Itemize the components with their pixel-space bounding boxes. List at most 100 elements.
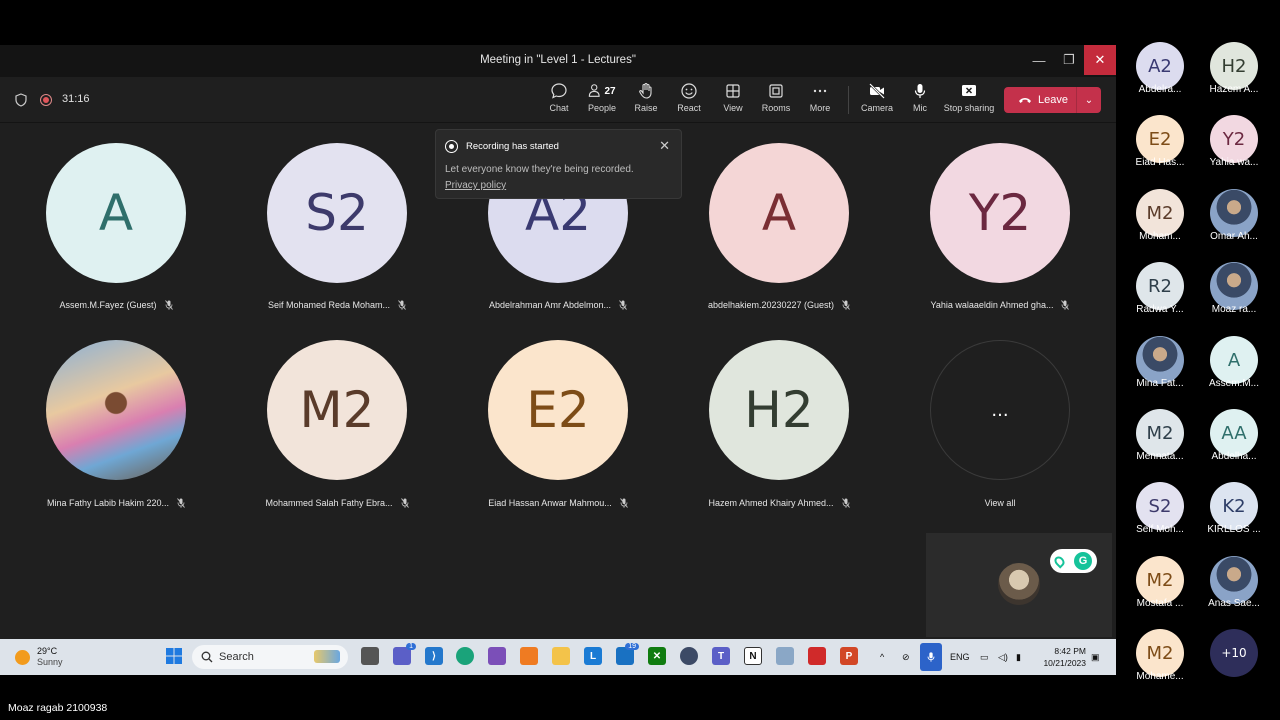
sidebar-participant-avatar[interactable]: +10 bbox=[1210, 629, 1258, 677]
leave-dropdown-chevron-icon[interactable]: ⌄ bbox=[1077, 95, 1101, 106]
grammarly-widget[interactable]: G bbox=[1050, 549, 1097, 573]
participant-avatar[interactable]: S2 bbox=[267, 143, 407, 283]
file-explorer-icon[interactable] bbox=[552, 647, 570, 665]
chat-button[interactable]: Chat bbox=[548, 82, 570, 118]
more-icon bbox=[813, 89, 827, 93]
leave-button[interactable]: Leave ⌄ bbox=[1004, 87, 1101, 113]
participant-avatar[interactable] bbox=[46, 340, 186, 480]
display-icon[interactable]: ▭ bbox=[980, 639, 989, 675]
photos-icon[interactable] bbox=[776, 647, 794, 665]
close-button[interactable]: ✕ bbox=[1084, 45, 1116, 75]
sidebar-participant-avatar[interactable]: A2 bbox=[1136, 42, 1184, 90]
hang-up-icon bbox=[1019, 98, 1031, 103]
participant-name-text: Assem.M.Fayez (Guest) bbox=[59, 300, 157, 310]
sidebar-participant-initials: M2 bbox=[1146, 569, 1174, 591]
powerpoint-icon[interactable]: P bbox=[840, 647, 858, 665]
edge-icon[interactable] bbox=[456, 647, 474, 665]
sidebar-participant-avatar[interactable]: Y2 bbox=[1210, 115, 1258, 163]
view-all-tile[interactable]: ... bbox=[930, 340, 1070, 480]
weather-desc: Sunny bbox=[37, 657, 63, 667]
sidebar-participant-avatar[interactable]: S2 bbox=[1136, 482, 1184, 530]
people-button[interactable]: 27 People bbox=[588, 82, 616, 118]
notion-icon[interactable]: N bbox=[744, 647, 762, 665]
react-button[interactable]: React bbox=[677, 82, 701, 118]
sidebar-participant-name: Omar Ah... bbox=[1210, 231, 1258, 242]
weather-widget[interactable]: 29°C Sunny bbox=[15, 646, 63, 668]
restore-button[interactable]: ❐ bbox=[1054, 45, 1084, 75]
sidebar-participant-avatar[interactable] bbox=[1210, 556, 1258, 604]
sidebar-participant-avatar[interactable]: M2 bbox=[1136, 409, 1184, 457]
vscode-icon[interactable]: ⟩ bbox=[425, 647, 443, 665]
sidebar-participant-avatar[interactable]: R2 bbox=[1136, 262, 1184, 310]
participant-avatar[interactable]: M2 bbox=[267, 340, 407, 480]
sidebar-participant-avatar[interactable]: AA bbox=[1210, 409, 1258, 457]
sidebar-participant-avatar[interactable]: K2 bbox=[1210, 482, 1258, 530]
sidebar-participant-avatar[interactable]: M2 bbox=[1136, 629, 1184, 677]
mic-off-icon bbox=[841, 498, 850, 508]
participant-avatar[interactable]: A bbox=[709, 143, 849, 283]
obs-icon[interactable] bbox=[680, 647, 698, 665]
camera-button[interactable]: Camera bbox=[861, 82, 893, 118]
participant-initials: A bbox=[761, 184, 797, 242]
mic-off-icon bbox=[177, 498, 185, 508]
stop-sharing-icon bbox=[962, 85, 976, 96]
participant-name: Assem.M.Fayez (Guest) bbox=[6, 300, 226, 310]
stop-sharing-button[interactable]: Stop sharing bbox=[944, 82, 994, 118]
battery-icon[interactable]: ▮ bbox=[1016, 639, 1021, 675]
sidebar-participant-avatar[interactable]: H2 bbox=[1210, 42, 1258, 90]
privacy-policy-link[interactable]: Privacy policy bbox=[445, 180, 506, 191]
sidebar-participant-avatar[interactable]: M2 bbox=[1136, 189, 1184, 237]
sidebar-participant-avatar[interactable] bbox=[1210, 189, 1258, 237]
notification-icon[interactable]: ▣ bbox=[1091, 639, 1100, 675]
taskbar-search[interactable]: Search bbox=[192, 645, 348, 669]
participant-avatar[interactable]: Y2 bbox=[930, 143, 1070, 283]
view-button[interactable]: View bbox=[722, 82, 744, 118]
sidebar-participant-name: Radwa Y... bbox=[1136, 304, 1184, 315]
sidebar-participant-avatar[interactable] bbox=[1136, 336, 1184, 384]
more-button[interactable]: More bbox=[808, 82, 832, 118]
sidebar-participant-initials: Y2 bbox=[1222, 128, 1246, 150]
participant-initials: E2 bbox=[526, 381, 590, 439]
participant-name: Mina Fathy Labib Hakim 220... bbox=[6, 498, 226, 508]
participant-avatar[interactable]: E2 bbox=[488, 340, 628, 480]
taskbar-clock[interactable]: 8:42 PM 10/21/2023 bbox=[1036, 645, 1086, 669]
leave-label: Leave bbox=[1038, 94, 1068, 106]
participant-avatar[interactable]: A bbox=[46, 143, 186, 283]
teams-icon[interactable]: T bbox=[712, 647, 730, 665]
start-button[interactable] bbox=[165, 647, 183, 665]
leave-main[interactable]: Leave bbox=[1004, 87, 1076, 113]
sidebar-participant-initials: +10 bbox=[1221, 646, 1247, 660]
xbox-icon[interactable]: ✕ bbox=[648, 647, 666, 665]
l-app-icon[interactable]: L bbox=[584, 647, 602, 665]
raise-hand-button[interactable]: Raise bbox=[635, 82, 658, 118]
visual-studio-icon[interactable] bbox=[488, 647, 506, 665]
search-icon bbox=[201, 651, 213, 663]
task-view-icon[interactable] bbox=[361, 647, 379, 665]
sidebar-participant-avatar[interactable] bbox=[1210, 262, 1258, 310]
rooms-button[interactable]: Rooms bbox=[762, 82, 790, 118]
participant-avatar[interactable]: H2 bbox=[709, 340, 849, 480]
mic-button[interactable]: Mic bbox=[910, 82, 930, 118]
language-indicator[interactable]: ENG bbox=[950, 639, 970, 675]
sidebar-participant-avatar[interactable]: E2 bbox=[1136, 115, 1184, 163]
people-icon bbox=[589, 84, 601, 97]
sidebar-participant-avatar[interactable]: M2 bbox=[1136, 556, 1184, 604]
mic-tray-icon[interactable] bbox=[920, 643, 942, 671]
shield-icon bbox=[15, 93, 27, 107]
mic-off-icon bbox=[619, 300, 627, 310]
sidebar-participant-avatar[interactable]: A bbox=[1210, 336, 1258, 384]
minimize-button[interactable]: — bbox=[1024, 45, 1054, 75]
participant-name: abdelhakiem.20230227 (Guest) bbox=[669, 300, 889, 310]
windows-taskbar: 29°C Sunny Search 1 ⟩ L 19 ✕ T N P ^ ⊘ E… bbox=[0, 639, 1116, 675]
network-off-icon[interactable]: ⊘ bbox=[902, 639, 910, 675]
tray-chevron-icon[interactable]: ^ bbox=[880, 639, 884, 675]
teams-chat-icon[interactable]: 1 bbox=[393, 643, 416, 665]
toolbar-divider bbox=[848, 86, 849, 114]
sidebar-participant-name: Assem.M... bbox=[1208, 378, 1259, 389]
volume-icon[interactable]: ◁) bbox=[998, 639, 1008, 675]
toast-close-icon[interactable]: ✕ bbox=[659, 138, 670, 154]
mail-icon[interactable]: 19 bbox=[616, 643, 639, 665]
xampp-icon[interactable] bbox=[520, 647, 538, 665]
view-all-label[interactable]: View all bbox=[930, 498, 1070, 508]
acrobat-icon[interactable] bbox=[808, 647, 826, 665]
